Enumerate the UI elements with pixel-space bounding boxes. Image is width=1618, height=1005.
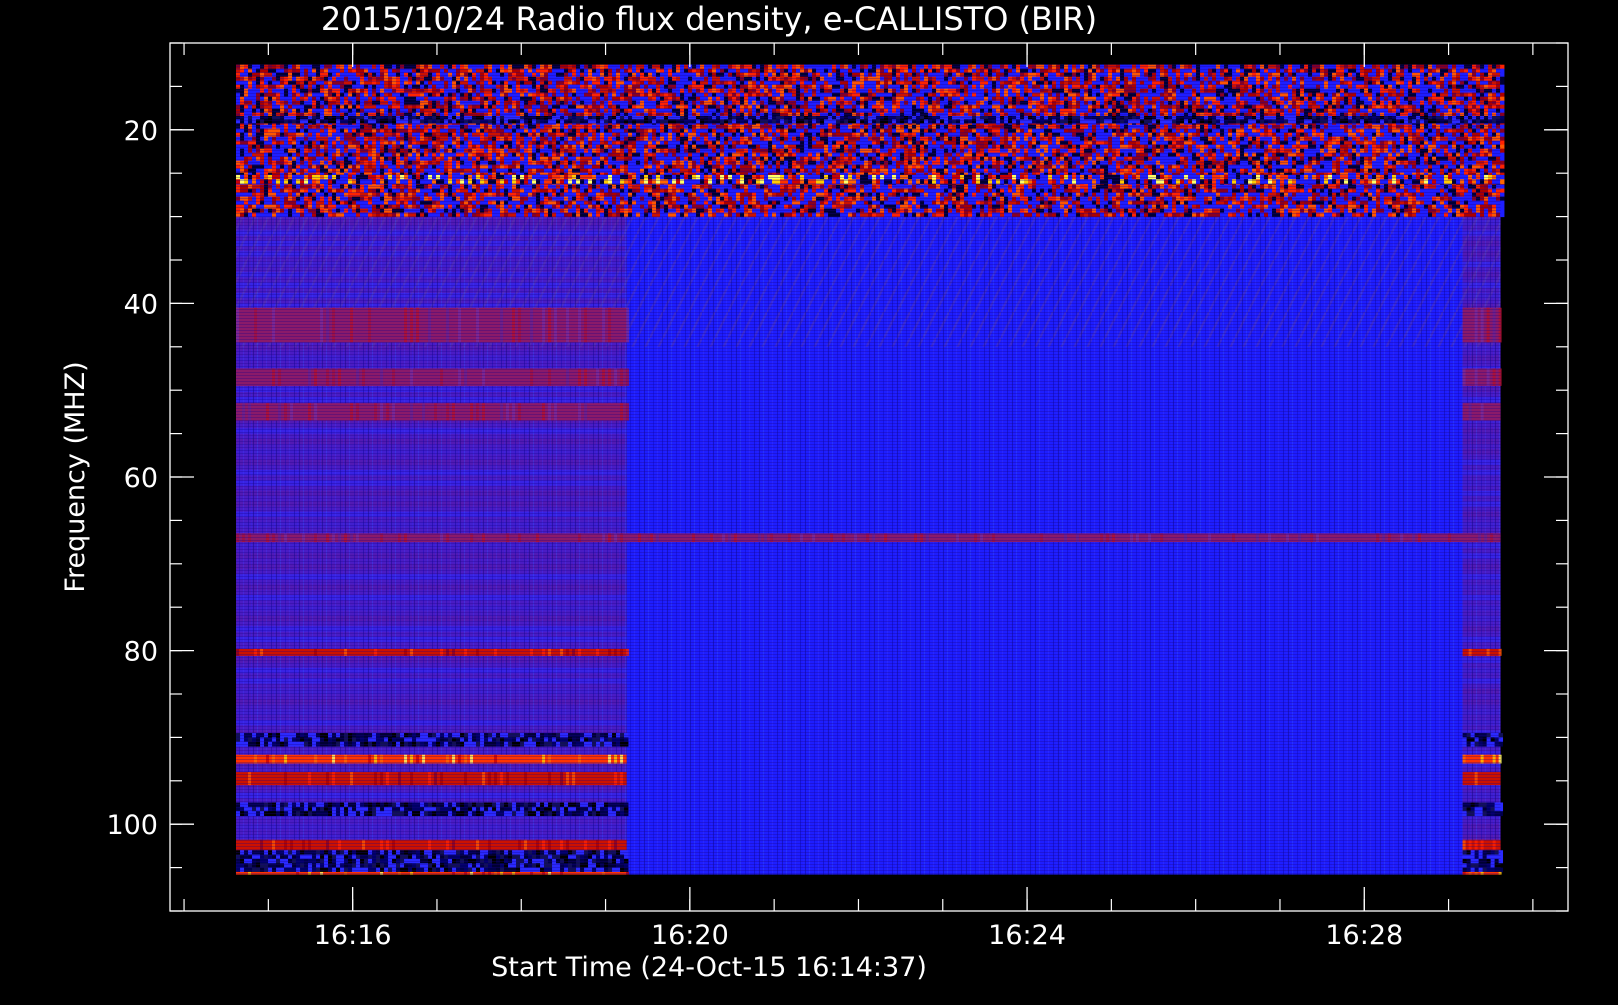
x-tick-label: 16:28 [1325,920,1403,951]
y-tick-label: 60 [124,463,158,494]
chart-svg: 16:16 16:20 16:24 16:28 20 40 60 80 100 2015/10/… [0,0,1618,1000]
y-axis-label: Frequency (MHZ) [60,361,91,592]
y-tick-label: 40 [124,289,158,320]
y-tick-label: 20 [124,116,158,147]
x-tick-label: 16:24 [988,920,1066,951]
x-tick-label: 16:16 [314,920,392,951]
y-tick-label: 100 [106,810,158,841]
spectrogram-chart: 16:16 16:20 16:24 16:28 20 40 60 80 100 2015/10/… [0,0,1618,1000]
chart-title: 2015/10/24 Radio flux density, e-CALLIST… [321,0,1097,38]
x-axis-label: Start Time (24-Oct-15 16:14:37) [491,952,927,983]
y-tick-label: 80 [124,637,158,668]
heatmap [236,65,1504,875]
x-tick-label: 16:20 [651,920,729,951]
line-texture [236,65,1501,875]
